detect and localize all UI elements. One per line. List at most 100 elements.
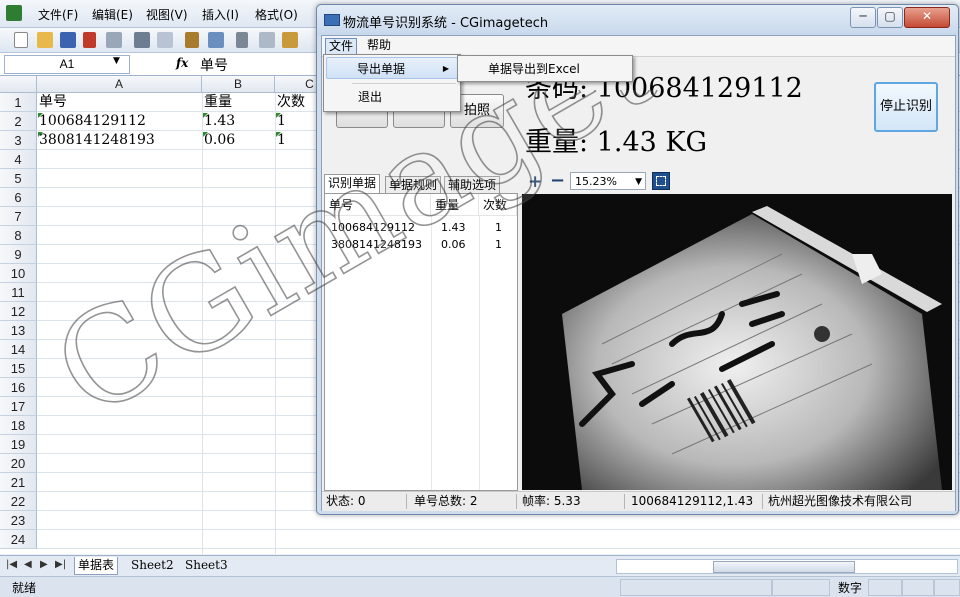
new-icon[interactable] bbox=[14, 32, 28, 48]
sheet-tab-1[interactable]: 单据表 bbox=[74, 557, 119, 575]
cell-b2[interactable]: 1.43 bbox=[202, 112, 235, 131]
sheet-tab-2[interactable]: Sheet2 bbox=[128, 557, 177, 574]
last-sheet-icon[interactable]: ▶| bbox=[55, 559, 66, 570]
menu-edit[interactable]: 编辑(E) bbox=[92, 6, 133, 23]
zoom-value: 15.23% bbox=[575, 175, 617, 188]
row-header[interactable]: 22 bbox=[0, 492, 37, 511]
row-header[interactable]: 19 bbox=[0, 435, 37, 454]
menu-item-exit[interactable]: 退出 bbox=[326, 86, 382, 108]
cut-icon[interactable] bbox=[236, 32, 248, 48]
list-cell-number[interactable]: 100684129112 bbox=[331, 219, 415, 236]
cell-b1[interactable]: 重量 bbox=[202, 93, 232, 112]
row-header[interactable]: 18 bbox=[0, 416, 37, 435]
menu-file[interactable]: 文件(F) bbox=[38, 6, 78, 23]
first-sheet-icon[interactable]: |◀ bbox=[6, 559, 17, 570]
tab-strip: 识别单据 单据规则 辅助选项 bbox=[324, 174, 516, 194]
status-num-mode: 数字 bbox=[838, 581, 863, 595]
list-header-number[interactable]: 单号 bbox=[325, 194, 431, 216]
status-company: 杭州超光图像技术有限公司 bbox=[768, 494, 913, 508]
zoom-in-button[interactable]: + bbox=[528, 172, 542, 192]
minimize-button[interactable]: ─ bbox=[850, 7, 876, 28]
list-header-weight[interactable]: 重量 bbox=[431, 194, 479, 216]
row-header[interactable]: 6 bbox=[0, 188, 37, 207]
list-cell-count[interactable]: 1 bbox=[495, 236, 502, 253]
row-header[interactable]: 7 bbox=[0, 207, 37, 226]
column-header-b[interactable]: B bbox=[202, 76, 275, 93]
cell-a3[interactable]: 3808141248193 bbox=[37, 131, 155, 150]
open-icon[interactable] bbox=[37, 32, 53, 48]
cell-b3[interactable]: 0.06 bbox=[202, 131, 235, 150]
row-header[interactable]: 23 bbox=[0, 511, 37, 530]
email-icon[interactable] bbox=[106, 32, 122, 48]
cell-a2[interactable]: 100684129112 bbox=[37, 112, 146, 131]
row-header[interactable]: 24 bbox=[0, 530, 37, 549]
row-header[interactable]: 14 bbox=[0, 340, 37, 359]
next-sheet-icon[interactable]: ▶ bbox=[40, 559, 48, 570]
row-header[interactable]: 2 bbox=[0, 112, 37, 131]
row-header[interactable]: 1 bbox=[0, 93, 37, 112]
row-header[interactable]: 21 bbox=[0, 473, 37, 492]
print-icon[interactable] bbox=[134, 32, 150, 48]
copy-icon[interactable] bbox=[259, 32, 275, 48]
permission-icon[interactable] bbox=[83, 32, 96, 48]
row-header[interactable]: 20 bbox=[0, 454, 37, 473]
horizontal-scrollbar[interactable] bbox=[616, 559, 958, 574]
row-header[interactable]: 10 bbox=[0, 264, 37, 283]
scrollbar-thumb[interactable] bbox=[713, 561, 855, 573]
close-button[interactable]: ✕ bbox=[904, 7, 950, 28]
research-icon[interactable] bbox=[208, 32, 224, 48]
status-fps: 帧率: 5.33 bbox=[522, 494, 581, 508]
list-cell-weight[interactable]: 0.06 bbox=[441, 236, 466, 253]
cell-c1[interactable]: 次数 bbox=[275, 93, 305, 112]
row-header[interactable]: 4 bbox=[0, 150, 37, 169]
row-header[interactable]: 15 bbox=[0, 359, 37, 378]
menu-format[interactable]: 格式(O) bbox=[255, 6, 298, 23]
menu-file-app[interactable]: 文件 bbox=[325, 38, 358, 55]
row-header[interactable]: 13 bbox=[0, 321, 37, 340]
select-all-corner[interactable] bbox=[0, 76, 37, 93]
list-cell-number[interactable]: 3808141248193 bbox=[331, 236, 422, 253]
spelling-icon[interactable] bbox=[185, 32, 199, 48]
tab-rules[interactable]: 单据规则 bbox=[385, 176, 442, 193]
menu-item-export[interactable]: 导出单据 ▶ bbox=[326, 57, 458, 79]
list-divider bbox=[431, 216, 432, 490]
paste-icon[interactable] bbox=[282, 32, 298, 48]
cell-c3[interactable]: 1 bbox=[275, 131, 286, 150]
fx-icon[interactable]: fx bbox=[176, 56, 188, 70]
menu-help-app[interactable]: 帮助 bbox=[364, 38, 394, 53]
row-header[interactable]: 11 bbox=[0, 283, 37, 302]
app-titlebar[interactable]: 物流单号识别系统 - CGimagetech ─ ▢ ✕ bbox=[317, 5, 958, 35]
zoom-select[interactable]: 15.23% ▼ bbox=[570, 172, 646, 190]
recognized-list[interactable]: 单号 重量 次数 100684129112 1.43 1 38081412481… bbox=[324, 193, 518, 491]
sheet-tab-3[interactable]: Sheet3 bbox=[182, 557, 231, 574]
row-header[interactable]: 8 bbox=[0, 226, 37, 245]
prev-sheet-icon[interactable]: ◀ bbox=[24, 559, 32, 570]
maximize-button[interactable]: ▢ bbox=[877, 7, 903, 28]
row-header[interactable]: 16 bbox=[0, 378, 37, 397]
menu-item-export-excel[interactable]: 单据导出到Excel bbox=[460, 58, 628, 80]
menu-insert[interactable]: 插入(I) bbox=[202, 6, 239, 23]
name-box[interactable]: A1 bbox=[4, 55, 130, 74]
tab-recognized[interactable]: 识别单据 bbox=[324, 174, 381, 194]
zoom-out-button[interactable]: − bbox=[550, 170, 565, 191]
list-cell-count[interactable]: 1 bbox=[495, 219, 502, 236]
camera-image-view[interactable] bbox=[522, 194, 952, 490]
row-header[interactable]: 3 bbox=[0, 131, 37, 150]
list-header-count[interactable]: 次数 bbox=[479, 194, 517, 216]
column-header-a[interactable]: A bbox=[37, 76, 202, 93]
row-header[interactable]: 5 bbox=[0, 169, 37, 188]
save-icon[interactable] bbox=[60, 32, 76, 48]
fit-to-window-icon[interactable] bbox=[652, 172, 670, 190]
cell-a1[interactable]: 单号 bbox=[37, 93, 67, 112]
cell-c2[interactable]: 1 bbox=[275, 112, 286, 131]
row-header[interactable]: 12 bbox=[0, 302, 37, 321]
list-cell-weight[interactable]: 1.43 bbox=[441, 219, 466, 236]
tab-options[interactable]: 辅助选项 bbox=[444, 176, 501, 193]
menu-view[interactable]: 视图(V) bbox=[146, 6, 188, 23]
row-header[interactable]: 17 bbox=[0, 397, 37, 416]
row-header[interactable]: 9 bbox=[0, 245, 37, 264]
stop-recognition-button[interactable]: 停止识别 bbox=[874, 82, 938, 132]
print-preview-icon[interactable] bbox=[157, 32, 173, 48]
formula-input[interactable]: 单号 bbox=[200, 55, 228, 75]
name-box-dropdown-icon[interactable]: ▼ bbox=[113, 56, 120, 66]
